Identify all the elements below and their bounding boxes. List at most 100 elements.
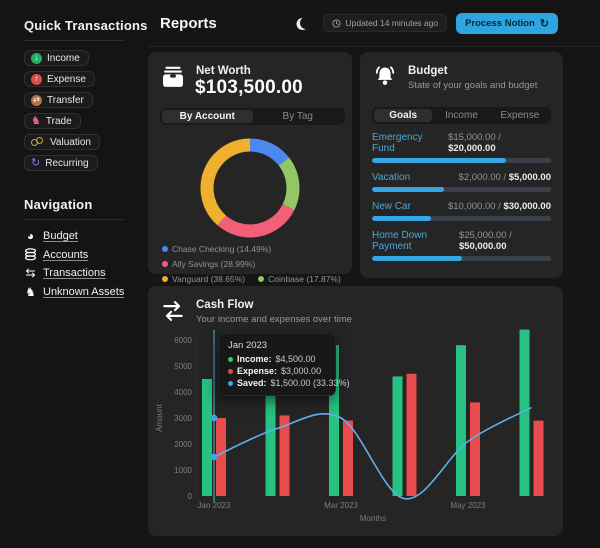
budget-tabs: GoalsIncomeExpense: [372, 107, 551, 124]
y-tick-label: 6000: [174, 336, 192, 345]
sidebar: Quick Transactions ↓Income ↑Expense ⇄Trans…: [0, 0, 148, 548]
donut-segment-chase-checking[interactable]: [250, 145, 284, 162]
sidebar-item-label: Unknown Assets: [43, 286, 124, 298]
legend-dot: [258, 276, 264, 282]
goal-row: New Car $10,000.00 / $30,000.00: [372, 201, 551, 221]
bar-income-apr-2023[interactable]: [393, 376, 403, 496]
navigation-list: ◕ Budget Accounts ⇆Transactions ♞ Unknown Ass…: [24, 229, 148, 299]
goal-header: Home Down Payment$25,000.00 / $50,000.00: [372, 230, 551, 252]
goal-separator: /: [501, 172, 509, 183]
expense-icon: ↑: [31, 74, 42, 85]
tab-income[interactable]: Income: [432, 109, 490, 122]
saved-line-series[interactable]: [214, 408, 532, 499]
legend-label: Coinbase (17.87%): [268, 274, 341, 284]
process-notion-button[interactable]: Process Notion ↻: [456, 13, 558, 34]
transfer-icon: ⇄: [31, 95, 42, 106]
goal-amounts: $25,000.00 / $50,000.00: [459, 230, 551, 252]
bar-expense-may-2023[interactable]: [470, 402, 480, 496]
tab-by-tag[interactable]: By Tag: [253, 110, 344, 123]
hover-dot: [211, 454, 218, 461]
goal-name-link[interactable]: Emergency Fund: [372, 132, 448, 154]
net-worth-donut-chart: [148, 130, 352, 248]
legend-label: Ally Savings (28.99%): [172, 259, 255, 269]
hover-dot: [211, 415, 218, 422]
header-actions: Updated 14 minutes ago Process Notion ↻: [300, 13, 558, 34]
goal-header: New Car $10,000.00 / $30,000.00: [372, 201, 551, 212]
pie-chart-icon: ◕: [24, 229, 37, 243]
net-worth-card: Net Worth $103,500.00 By AccountBy Tag C…: [148, 52, 352, 274]
donut-segment-coinbase[interactable]: [284, 162, 293, 208]
quick-action-label: Valuation: [50, 137, 91, 148]
goal-progress-fill: [372, 158, 506, 163]
legend-item: Chase Checking (14.49%): [162, 244, 271, 254]
tab-expense[interactable]: Expense: [491, 109, 549, 122]
quick-action-expense[interactable]: ↑Expense: [24, 71, 95, 87]
quick-action-valuation[interactable]: Valuation: [24, 134, 100, 150]
x-tick-label: May 2023: [450, 501, 486, 510]
legend-item: Vanguard (38.65%): [162, 274, 245, 284]
tooltip-series-dot: [228, 369, 233, 374]
sidebar-item-transactions[interactable]: ⇆Transactions: [24, 266, 148, 280]
sidebar-item-label: Accounts: [43, 249, 88, 261]
sidebar-item-label: Budget: [43, 230, 78, 242]
valuation-icon: [31, 137, 45, 148]
bar-income-feb-2023[interactable]: [266, 382, 276, 496]
quick-action-label: Trade: [46, 116, 72, 127]
transfer-arrows-icon: ⇆: [24, 266, 37, 280]
app-root: Quick Transactions ↓Income↑Expense⇄Trans…: [0, 0, 600, 548]
goal-name-link[interactable]: Home Down Payment: [372, 230, 459, 252]
bar-expense-mar-2023[interactable]: [343, 421, 353, 496]
quick-action-income[interactable]: ↓Income: [24, 50, 89, 66]
goal-row: Vacation $2,000.00 / $5,000.00: [372, 172, 551, 192]
tab-goals[interactable]: Goals: [374, 109, 432, 122]
donut-segment-vanguard[interactable]: [207, 145, 250, 221]
bar-expense-jan-2023[interactable]: [216, 418, 226, 496]
y-tick-label: 2000: [174, 440, 192, 449]
quick-action-trade[interactable]: ♞Trade: [24, 113, 81, 129]
coins-stack-icon: [24, 248, 37, 261]
bar-income-may-2023[interactable]: [456, 345, 466, 496]
quick-action-recurring[interactable]: ↻Recurring: [24, 155, 98, 171]
legend-label: Chase Checking (14.49%): [172, 244, 271, 254]
legend-item: Coinbase (17.87%): [258, 274, 341, 284]
x-axis-title: Months: [360, 514, 386, 523]
donut-segment-ally-savings[interactable]: [222, 207, 289, 231]
goal-separator: /: [496, 132, 501, 143]
goal-progress-fill: [372, 216, 431, 221]
tooltip-series-value: $1,500.00 (33.33%): [271, 378, 350, 388]
goal-progress-fill: [372, 256, 462, 261]
tab-by-account[interactable]: By Account: [162, 110, 253, 123]
tooltip-series-dot: [228, 381, 233, 386]
refresh-icon: ↻: [540, 17, 549, 30]
goal-separator: /: [506, 230, 511, 241]
tooltip-series-value: $3,000.00: [281, 366, 321, 376]
goal-progress-track: [372, 256, 551, 261]
net-worth-title: Net Worth: [196, 65, 251, 77]
quick-action-transfer[interactable]: ⇄Transfer: [24, 92, 93, 108]
sidebar-item-accounts[interactable]: Accounts: [24, 248, 148, 261]
tooltip-series-label: Saved:: [237, 378, 267, 388]
quick-action-label: Income: [47, 53, 80, 64]
tooltip-row: Expense:$3,000.00: [228, 366, 326, 376]
goal-amounts: $2,000.00 / $5,000.00: [459, 172, 551, 183]
goal-name-link[interactable]: New Car: [372, 201, 411, 212]
sidebar-item-budget[interactable]: ◕ Budget: [24, 229, 148, 243]
quick-transactions-title: Quick Transactions: [24, 18, 148, 33]
wallet-icon: [160, 64, 186, 90]
goal-target: $50,000.00: [459, 241, 507, 252]
goal-amounts: $10,000.00 / $30,000.00: [448, 201, 551, 212]
moon-theme-icon[interactable]: [299, 15, 314, 30]
bar-income-jan-2023[interactable]: [202, 379, 212, 496]
goal-name-link[interactable]: Vacation: [372, 172, 410, 183]
legend-dot: [162, 246, 168, 252]
page-title: Reports: [160, 15, 217, 32]
budget-subtitle: State of your goals and budget: [408, 80, 537, 91]
y-axis-title: Amount: [155, 403, 164, 431]
sidebar-item-unknown-assets[interactable]: ♞ Unknown Assets: [24, 285, 148, 299]
y-tick-label: 1000: [174, 466, 192, 475]
chess-knight-icon: ♞: [24, 285, 37, 299]
bar-expense-apr-2023[interactable]: [407, 374, 417, 496]
bar-expense-jun-2023[interactable]: [534, 421, 544, 496]
donut-legend: Chase Checking (14.49%) Ally Savings (28.…: [162, 244, 342, 284]
main-area: Reports Updated 14 minutes ago Process N…: [148, 0, 600, 548]
